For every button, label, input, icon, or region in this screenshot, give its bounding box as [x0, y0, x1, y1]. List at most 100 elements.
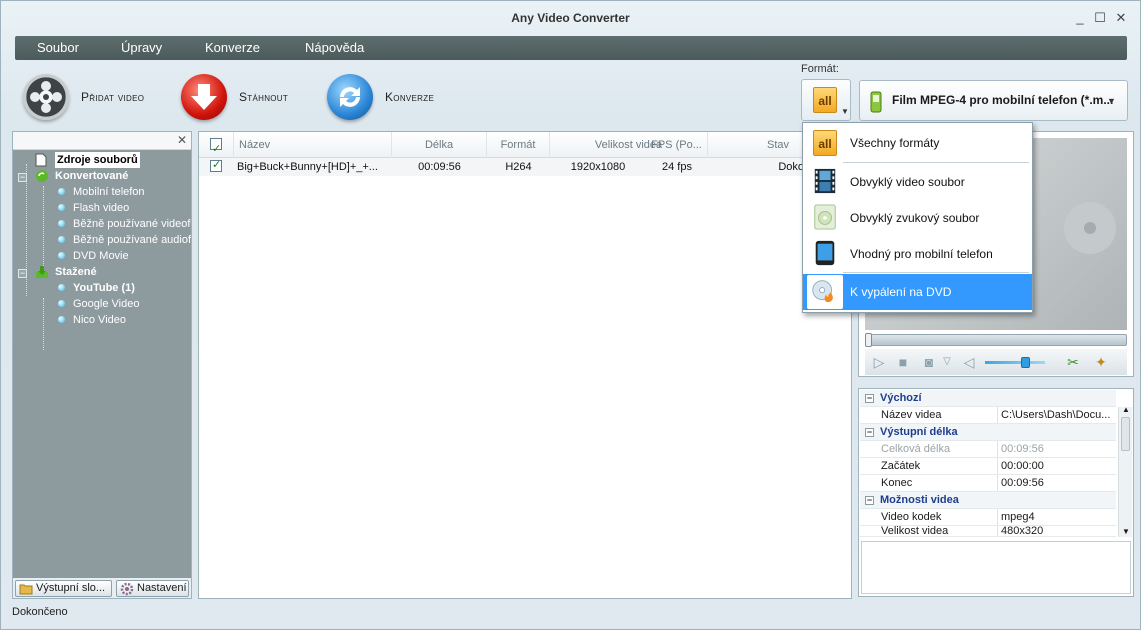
- magic-wand-icon[interactable]: ✦: [1093, 354, 1109, 370]
- format-type-dropdown[interactable]: all ▼: [801, 79, 851, 121]
- add-video-label: Přidat video: [81, 90, 145, 104]
- prop-value[interactable]: C:\Users\Dash\Docu...: [1001, 407, 1116, 423]
- properties-scrollbar[interactable]: ▲ ▼: [1118, 405, 1132, 537]
- collapse-icon[interactable]: −: [865, 496, 874, 505]
- tree-item-label: YouTube (1): [73, 282, 135, 294]
- menu-item-all-formats[interactable]: all Všechny formáty: [803, 125, 1032, 161]
- row-checkbox[interactable]: [210, 158, 222, 172]
- seek-handle[interactable]: [865, 333, 872, 347]
- minimize-button[interactable]: _: [1073, 11, 1087, 25]
- menu-item-dvd[interactable]: K vypálení na DVD: [803, 274, 1032, 310]
- settings-button[interactable]: Nastavení: [116, 580, 189, 597]
- tree-item-label: Google Video: [73, 298, 140, 310]
- close-icon[interactable]: ✕: [177, 133, 187, 147]
- prop-group-label: Výstupní délka: [880, 426, 958, 438]
- prop-value[interactable]: 00:00:00: [1001, 458, 1116, 474]
- bullet-icon: [58, 236, 65, 243]
- properties-panel: − Výchozí Název videa C:\Users\Dash\Docu..…: [858, 388, 1134, 597]
- window-title: Any Video Converter: [511, 11, 630, 25]
- stop-icon[interactable]: ■: [895, 354, 911, 370]
- scroll-thumb[interactable]: [1121, 417, 1130, 451]
- menu-item-video-file[interactable]: Obvyklý video soubor: [803, 164, 1032, 200]
- volume-slider[interactable]: [985, 357, 1045, 368]
- download-button[interactable]: Stáhnout: [181, 71, 288, 123]
- column-name[interactable]: Název: [234, 132, 392, 158]
- maximize-button[interactable]: ☐: [1093, 11, 1107, 25]
- prop-group-label: Výchozí: [880, 392, 922, 404]
- prop-value[interactable]: 00:09:56: [1001, 475, 1116, 491]
- prop-row-end[interactable]: Konec 00:09:56: [860, 475, 1116, 492]
- category-panel: ✕ Zdroje souborů − Konvertované Mobilní …: [12, 131, 192, 599]
- prop-group-output-length[interactable]: − Výstupní délka: [860, 424, 1116, 441]
- file-list-header: Název Délka Formát Velikost videa FPS (P…: [199, 132, 851, 162]
- column-fps[interactable]: FPS (Po...: [646, 132, 708, 158]
- bullet-icon: [58, 204, 65, 211]
- bullet-icon: [58, 316, 65, 323]
- menu-item-label: Obvyklý zvukový soubor: [850, 211, 980, 225]
- menu-separator: [843, 272, 1029, 273]
- tree-item-label: Nico Video: [73, 314, 126, 326]
- scissors-icon[interactable]: ✂: [1065, 354, 1081, 370]
- prop-group-label: Možnosti videa: [880, 494, 959, 506]
- tree-connector: [43, 186, 44, 270]
- prop-row-video-name[interactable]: Název videa C:\Users\Dash\Docu...: [860, 407, 1116, 424]
- close-button[interactable]: ✕: [1114, 11, 1128, 25]
- prop-row-video-codec[interactable]: Video kodek mpeg4: [860, 509, 1116, 526]
- menu-item-audio-file[interactable]: Obvyklý zvukový soubor: [803, 200, 1032, 236]
- row-video-size: 1920x1080: [570, 161, 626, 173]
- scroll-down-icon[interactable]: ▼: [1122, 527, 1130, 536]
- table-row[interactable]: Big+Buck+Bunny+[HD]+_+... 00:09:56 H264 …: [199, 158, 851, 176]
- scroll-up-icon[interactable]: ▲: [1122, 405, 1130, 414]
- row-name: Big+Buck+Bunny+[HD]+_+...: [237, 161, 378, 173]
- prop-group-default[interactable]: − Výchozí: [860, 390, 1116, 407]
- seek-bar[interactable]: [865, 333, 1127, 347]
- menu-item-label: Vhodný pro mobilní telefon: [850, 247, 993, 261]
- bullet-icon: [58, 220, 65, 227]
- tree-item-label: Zdroje souborů: [55, 152, 140, 168]
- settings-label: Nastavení: [137, 582, 187, 594]
- menu-file[interactable]: Soubor: [29, 36, 87, 60]
- tree-item-label: DVD Movie: [73, 250, 129, 262]
- tree-item-label: Běžně používané videofo: [73, 218, 191, 230]
- convert-label: Konverze: [385, 90, 435, 104]
- convert-button[interactable]: Konverze: [327, 71, 434, 123]
- column-length[interactable]: Délka: [392, 132, 487, 158]
- bullet-icon: [58, 284, 65, 291]
- menu-edit[interactable]: Úpravy: [113, 36, 170, 60]
- row-format: H264: [505, 161, 532, 173]
- download-label: Stáhnout: [239, 90, 289, 104]
- menu-separator: [843, 162, 1029, 163]
- category-panel-header: ✕: [13, 132, 191, 150]
- collapse-icon[interactable]: −: [18, 269, 27, 278]
- prop-row-start[interactable]: Začátek 00:00:00: [860, 458, 1116, 475]
- column-format[interactable]: Formát: [487, 132, 550, 158]
- output-folder-button[interactable]: Výstupní slo...: [15, 580, 112, 597]
- volume-icon[interactable]: ◁: [961, 354, 977, 370]
- chevron-down-icon[interactable]: ▽: [939, 354, 955, 370]
- menu-help[interactable]: Nápověda: [297, 36, 372, 60]
- prop-key: Video kodek: [880, 509, 998, 525]
- prop-key: Velikost videa: [880, 526, 998, 536]
- prop-row-video-size[interactable]: Velikost videa 480x320: [860, 526, 1116, 537]
- collapse-icon[interactable]: −: [18, 173, 27, 182]
- prop-value[interactable]: 480x320: [1001, 526, 1116, 536]
- add-video-button[interactable]: Přidat video: [23, 71, 144, 123]
- category-tree: Zdroje souborů − Konvertované Mobilní te…: [13, 150, 191, 578]
- format-category-menu: all Všechny formáty Obvyklý video soubor…: [802, 122, 1033, 313]
- collapse-icon[interactable]: −: [865, 394, 874, 403]
- prop-value[interactable]: mpeg4: [1001, 509, 1116, 525]
- output-format-select[interactable]: Film MPEG-4 pro mobilní telefon (*.m... …: [859, 80, 1128, 121]
- menu-item-mobile-phone[interactable]: Vhodný pro mobilní telefon: [803, 236, 1032, 272]
- prop-group-video-options[interactable]: − Možnosti videa: [860, 492, 1116, 509]
- play-icon[interactable]: ▷: [871, 354, 887, 370]
- gear-icon: [120, 582, 134, 596]
- menu-convert[interactable]: Konverze: [197, 36, 268, 60]
- collapse-icon[interactable]: −: [865, 428, 874, 437]
- select-all-column: [199, 132, 234, 162]
- camera-icon[interactable]: ◙: [921, 354, 937, 370]
- tree-item-label: Běžně používané audiofo: [73, 234, 191, 246]
- bullet-icon: [58, 252, 65, 259]
- volume-handle[interactable]: [1021, 357, 1030, 368]
- select-all-checkbox[interactable]: [210, 136, 222, 162]
- menu-item-label: Všechny formáty: [850, 136, 940, 150]
